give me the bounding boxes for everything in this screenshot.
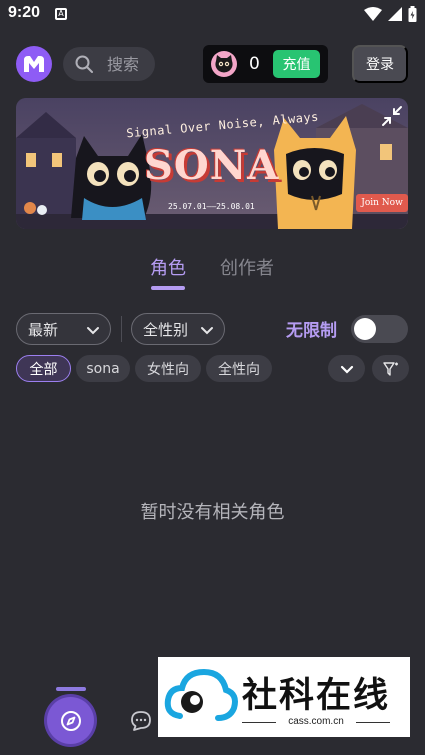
nav-chat-button[interactable] [128,708,154,734]
collapse-banner-button[interactable] [378,102,406,130]
expand-tags-button[interactable] [328,355,365,382]
search-icon [75,55,93,73]
banner-title: SONA [144,142,280,189]
unlimited-label: 无限制 [286,321,337,341]
filter-icon [382,361,398,376]
signal-icon [388,7,402,21]
watermark-title: 社科在线 [242,676,391,716]
unlimited-toggle[interactable] [351,315,408,343]
watermark-subtitle: cass.com.cn [242,716,390,727]
recharge-button[interactable]: 充值 [273,50,320,78]
promo-banner[interactable]: Signal Over Noise, Always SONA 25.07.01—… [16,98,408,229]
chevron-down-icon [340,365,353,374]
empty-state-message: 暂时没有相关角色 [140,502,285,523]
chevron-down-icon [87,327,99,335]
toggle-knob [354,318,376,340]
top-header: 0 充值 登录 [0,38,425,90]
sort-dropdown-value: 最新 [28,320,59,339]
coin-cat-icon [211,51,237,77]
wifi-icon [364,7,382,21]
compass-icon [60,710,81,731]
coin-wallet: 0 充值 [203,45,328,83]
gender-dropdown-value: 全性别 [143,320,189,339]
chevron-down-icon [201,327,213,335]
coin-count: 0 [249,54,260,74]
search-box[interactable] [63,47,155,81]
status-icons [364,6,417,22]
content-tabs: 角色 创作者 [0,250,425,294]
chip-all[interactable]: 全部 [16,355,71,382]
collapse-arrows-icon [382,106,402,126]
sort-dropdown[interactable]: 最新 [16,313,111,345]
login-button[interactable]: 登录 [352,45,408,83]
active-tab-indicator [151,286,185,290]
nav-active-indicator [56,687,86,691]
gender-dropdown[interactable]: 全性别 [131,313,225,345]
chip-all-orientation[interactable]: 全性向 [206,355,272,382]
banner-join-button[interactable]: Join Now [356,194,408,212]
filter-bar: 最新 全性别 无限制 [0,312,425,346]
logo-icon [24,56,44,72]
filter-divider [121,316,122,342]
status-bar: 9:20 A [0,0,425,28]
app-logo[interactable] [16,46,52,82]
sim-card-icon: A [55,8,67,20]
watermark-logo-icon [164,668,238,721]
chat-bubble-icon [131,711,151,731]
tab-creators[interactable]: 创作者 [220,254,274,280]
chip-female-oriented[interactable]: 女性向 [135,355,201,382]
nav-discover-button[interactable] [47,697,94,744]
watermark: 社科在线 cass.com.cn [158,657,410,737]
banner-dates: 25.07.01——25.08.01 [168,202,255,211]
chip-sona[interactable]: sona [76,355,130,382]
tag-chips: 全部 sona 女性向 全性向 [0,355,425,383]
battery-icon [408,6,417,22]
tab-characters[interactable]: 角色 [150,254,186,280]
status-time: 9:20 [8,4,41,21]
tag-filter-button[interactable] [372,355,409,382]
search-input[interactable] [107,54,151,74]
